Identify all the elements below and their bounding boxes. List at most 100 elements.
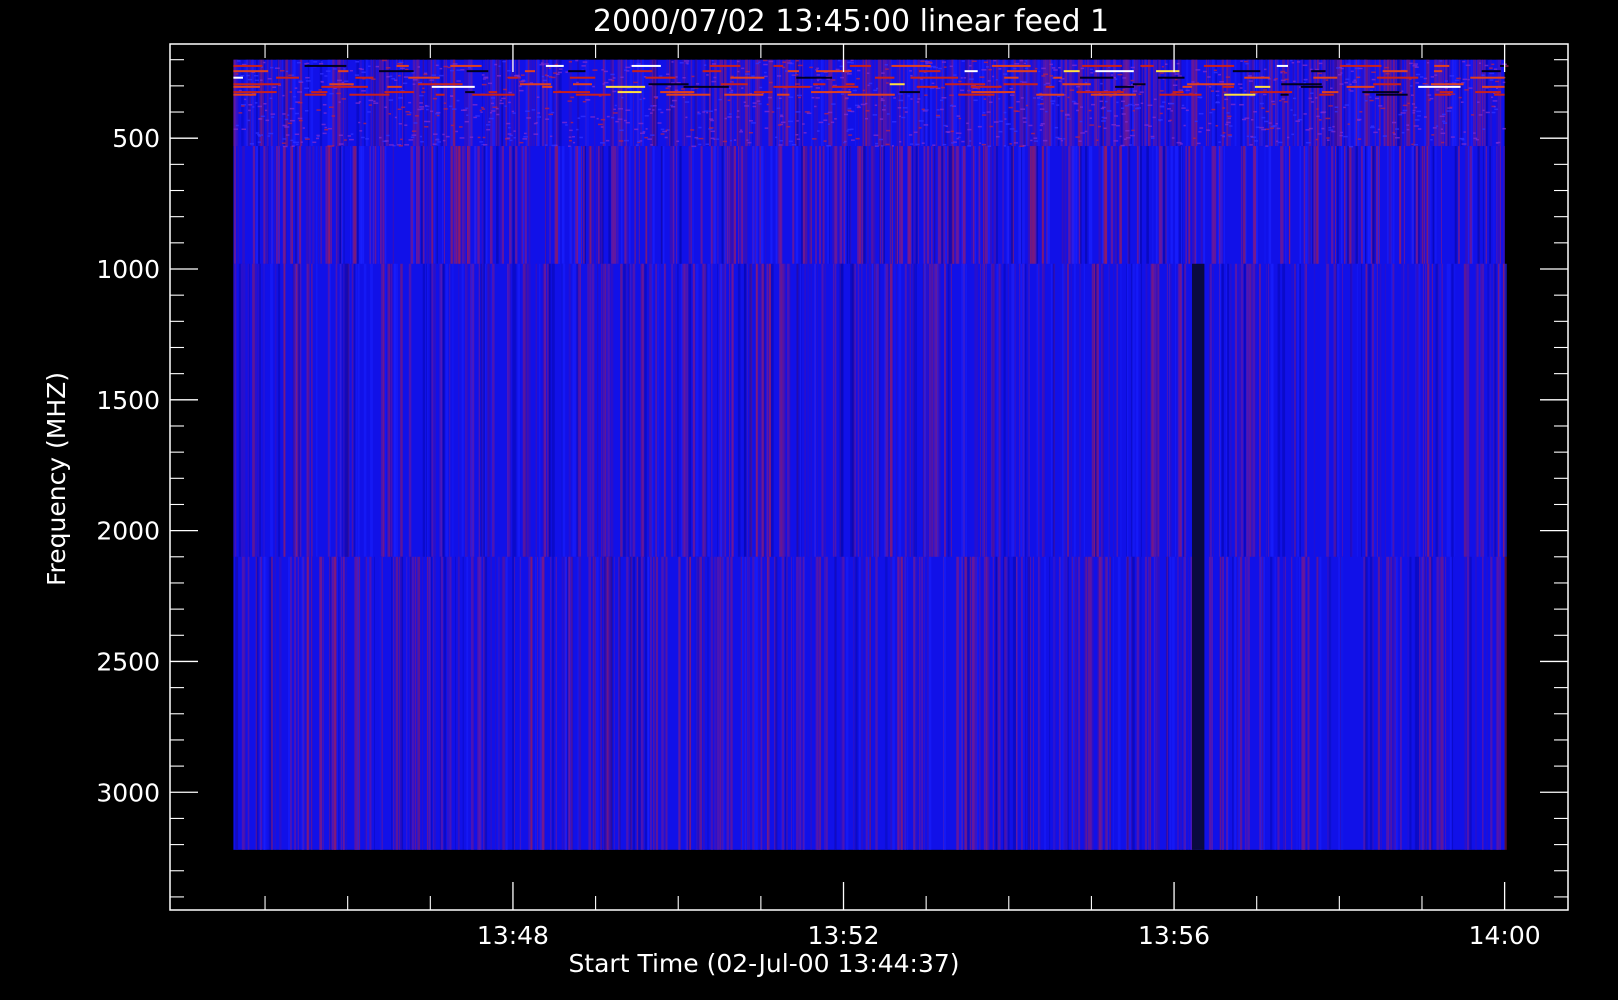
heatmap-streak [278, 146, 280, 264]
noise-speck [902, 107, 908, 109]
noise-speck [758, 103, 762, 105]
noise-speck [880, 98, 884, 100]
heatmap-streak [1475, 556, 1477, 850]
noise-speck [796, 59, 799, 62]
noise-speck [745, 70, 750, 73]
noise-speck [893, 97, 896, 99]
noise-speck [737, 70, 740, 73]
noise-speck [1023, 62, 1027, 65]
noise-speck [612, 77, 616, 79]
noise-speck [1432, 127, 1437, 129]
heatmap-streak [1089, 556, 1093, 850]
heatmap-streak [1006, 556, 1008, 850]
heatmap-streak [1097, 556, 1099, 850]
heatmap-streak [588, 556, 592, 850]
noise-speck [391, 78, 396, 80]
heatmap-streak [1002, 146, 1004, 264]
noise-speck [302, 127, 305, 129]
noise-speck [1009, 87, 1013, 90]
heatmap-streak [318, 146, 319, 264]
interference-line [304, 93, 327, 96]
heatmap-streak [276, 146, 278, 264]
noise-speck [1496, 142, 1499, 144]
heatmap-streak [255, 146, 259, 264]
noise-speck [499, 102, 504, 105]
noise-speck [1316, 108, 1319, 110]
heatmap-streak [359, 146, 360, 264]
heatmap-streak [236, 59, 239, 147]
heatmap-streak [1227, 263, 1229, 557]
heatmap-streak [1246, 59, 1250, 147]
heatmap-streak [415, 59, 418, 147]
heatmap-streak [506, 263, 510, 557]
heatmap-streak [813, 59, 817, 147]
noise-speck [1054, 126, 1059, 129]
noise-speck [936, 114, 941, 117]
noise-speck [254, 79, 259, 82]
heatmap-streak [1418, 146, 1420, 264]
heatmap-streak [973, 146, 975, 264]
noise-speck [876, 87, 879, 90]
heatmap-streak [1058, 556, 1061, 850]
noise-speck [714, 109, 717, 111]
heatmap-streak [861, 59, 864, 147]
noise-speck [580, 115, 586, 118]
noise-speck [614, 104, 617, 107]
heatmap-streak [1179, 556, 1182, 850]
heatmap-streak [1252, 263, 1256, 557]
heatmap-streak [914, 556, 916, 850]
heatmap-streak [756, 263, 759, 557]
noise-speck [1308, 97, 1313, 100]
heatmap-streak [660, 146, 663, 264]
heatmap-streak [1113, 59, 1115, 147]
heatmap-streak [562, 263, 566, 557]
noise-speck [728, 113, 732, 115]
heatmap-streak [731, 146, 733, 264]
noise-speck [569, 139, 572, 142]
noise-speck [1020, 80, 1023, 83]
noise-speck [759, 86, 763, 89]
heatmap-streak [1000, 263, 1002, 557]
heatmap-streak [709, 59, 711, 147]
noise-speck [518, 89, 524, 92]
heatmap-streak [382, 263, 384, 557]
noise-speck [1161, 65, 1164, 68]
noise-speck [745, 73, 750, 75]
noise-speck [320, 61, 323, 63]
heatmap-streak [1255, 263, 1257, 557]
noise-speck [525, 110, 530, 112]
heatmap-streak [1104, 556, 1105, 850]
heatmap-streak [916, 556, 918, 850]
heatmap-streak [433, 263, 435, 557]
heatmap-streak [928, 556, 932, 850]
noise-speck [1338, 74, 1342, 76]
heatmap-streak [1129, 556, 1132, 850]
interference-line [958, 93, 995, 96]
noise-speck [1244, 60, 1248, 63]
heatmap-streak [1226, 556, 1229, 850]
noise-speck [270, 113, 276, 115]
chart-title: 2000/07/02 13:45:00 linear feed 1 [593, 4, 1109, 39]
noise-speck [1261, 116, 1266, 119]
heatmap-streak [945, 146, 947, 264]
noise-speck [865, 110, 870, 112]
heatmap-streak [436, 146, 439, 264]
noise-speck [329, 92, 334, 95]
heatmap-streak [1071, 146, 1075, 264]
noise-speck [1442, 120, 1446, 123]
noise-speck [625, 121, 630, 124]
noise-speck [269, 66, 274, 69]
heatmap-streak [383, 59, 386, 147]
heatmap-streak [780, 556, 782, 850]
noise-speck [536, 96, 540, 98]
noise-speck [306, 62, 310, 65]
noise-speck [1482, 128, 1486, 130]
noise-speck [949, 94, 954, 96]
noise-speck [549, 135, 553, 138]
heatmap-streak [1496, 59, 1498, 147]
noise-speck [1120, 144, 1125, 147]
noise-speck [325, 70, 331, 72]
noise-speck [1167, 108, 1172, 110]
heatmap-streak [429, 263, 432, 557]
noise-speck [1417, 128, 1422, 130]
